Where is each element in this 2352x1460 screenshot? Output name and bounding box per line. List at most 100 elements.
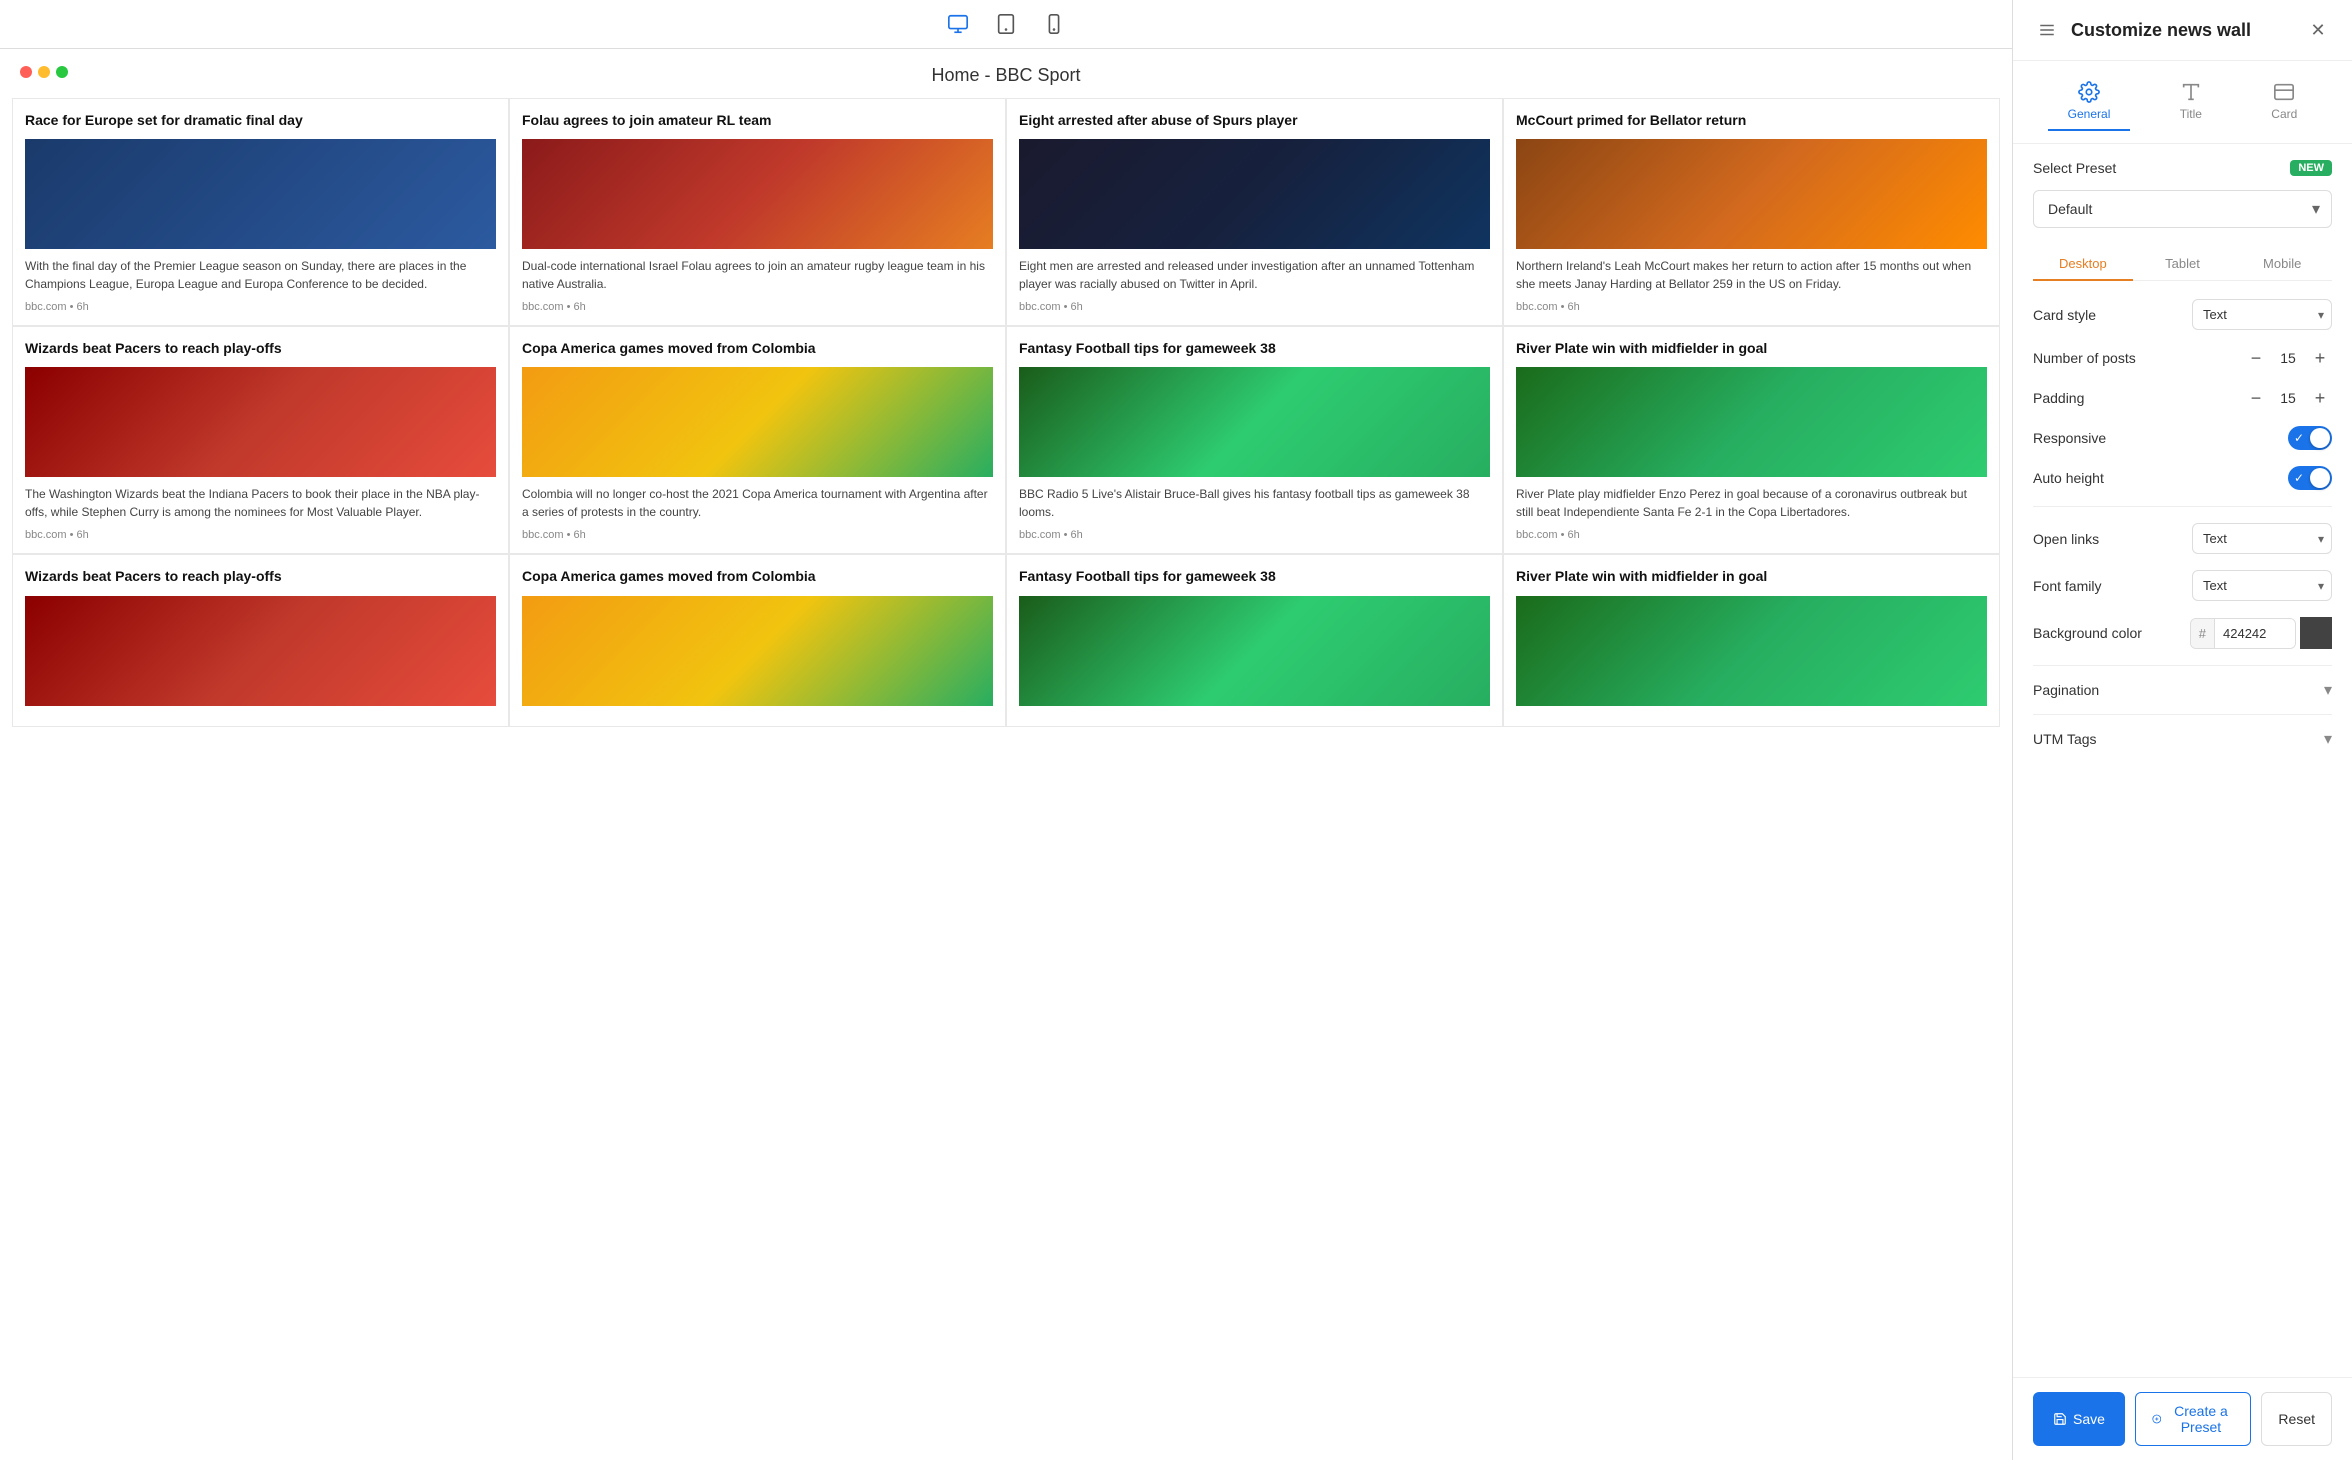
font-family-select[interactable]: Text Arial Georgia <box>2192 570 2332 601</box>
preset-select[interactable]: Default Custom <box>2033 190 2332 228</box>
news-card-image <box>25 367 496 477</box>
traffic-light-yellow[interactable] <box>38 66 50 78</box>
card-style-select[interactable]: Text Image Full <box>2192 299 2332 330</box>
open-links-select[interactable]: Text New Tab Same Tab <box>2192 523 2332 554</box>
reset-button[interactable]: Reset <box>2261 1392 2332 1446</box>
pagination-chevron: ▾ <box>2324 680 2332 700</box>
tab-general-label: General <box>2068 107 2111 121</box>
news-card-text: River Plate play midfielder Enzo Perez i… <box>1516 485 1987 521</box>
traffic-light-red[interactable] <box>20 66 32 78</box>
news-card-meta: bbc.com • 6h <box>25 301 496 313</box>
news-card-meta: bbc.com • 6h <box>1019 301 1490 313</box>
mobile-icon[interactable] <box>1038 8 1070 40</box>
news-card-text: BBC Radio 5 Live's Alistair Bruce-Ball g… <box>1019 485 1490 521</box>
auto-height-toggle[interactable]: ✓ <box>2288 466 2332 490</box>
tab-title-label: Title <box>2180 107 2202 121</box>
color-swatch[interactable] <box>2300 617 2332 649</box>
tablet-icon[interactable] <box>990 8 1022 40</box>
news-card-title: Wizards beat Pacers to reach play-offs <box>25 339 496 357</box>
collapse-button[interactable] <box>2033 16 2061 44</box>
new-badge: NEW <box>2290 160 2332 176</box>
news-card-meta: bbc.com • 6h <box>522 529 993 541</box>
news-card[interactable]: River Plate win with midfielder in goal … <box>1503 326 2000 554</box>
card-style-select-wrapper: Text Image Full ▾ <box>2192 299 2332 330</box>
tab-card[interactable]: Card <box>2251 73 2317 131</box>
pagination-label: Pagination <box>2033 682 2099 698</box>
news-card-title: Folau agrees to join amateur RL team <box>522 111 993 129</box>
save-button[interactable]: Save <box>2033 1392 2125 1446</box>
padding-label: Padding <box>2033 390 2084 406</box>
news-card-title: River Plate win with midfielder in goal <box>1516 339 1987 357</box>
tab-general[interactable]: General <box>2048 73 2131 131</box>
news-card-image <box>1019 139 1490 249</box>
number-of-posts-increment[interactable]: + <box>2308 346 2332 370</box>
news-card-image <box>1019 596 1490 706</box>
number-of-posts-value: 15 <box>2278 350 2298 366</box>
card-style-label: Card style <box>2033 307 2096 323</box>
news-card-title: Fantasy Football tips for gameweek 38 <box>1019 567 1490 585</box>
news-card[interactable]: Race for Europe set for dramatic final d… <box>12 98 509 326</box>
news-card[interactable]: McCourt primed for Bellator return North… <box>1503 98 2000 326</box>
responsive-label: Responsive <box>2033 430 2106 446</box>
content-area: Home - BBC Sport Race for Europe set for… <box>0 49 2012 1460</box>
news-card-text: Eight men are arrested and released unde… <box>1019 257 1490 293</box>
news-card-image <box>1019 367 1490 477</box>
font-family-label: Font family <box>2033 578 2101 594</box>
device-tab-desktop[interactable]: Desktop <box>2033 248 2133 281</box>
news-card[interactable]: Copa America games moved from Colombia <box>509 554 1006 726</box>
save-icon <box>2053 1412 2067 1426</box>
desktop-icon[interactable] <box>942 8 974 40</box>
sidebar-content: Select Preset NEW Default Custom ▾ Deskt… <box>2013 144 2352 1377</box>
open-links-label: Open links <box>2033 531 2099 547</box>
responsive-toggle[interactable]: ✓ <box>2288 426 2332 450</box>
padding-row: Padding − 15 + <box>2033 386 2332 410</box>
sidebar-tab-bar: General Title Card <box>2013 61 2352 144</box>
traffic-lights <box>8 58 80 86</box>
news-card[interactable]: Folau agrees to join amateur RL team Dua… <box>509 98 1006 326</box>
color-value-input[interactable] <box>2215 619 2295 648</box>
news-card[interactable]: Fantasy Football tips for gameweek 38 <box>1006 554 1503 726</box>
open-links-row: Open links Text New Tab Same Tab ▾ <box>2033 523 2332 554</box>
news-card[interactable]: Wizards beat Pacers to reach play-offs T… <box>12 326 509 554</box>
padding-value: 15 <box>2278 390 2298 406</box>
news-card-meta: bbc.com • 6h <box>1019 529 1490 541</box>
padding-increment[interactable]: + <box>2308 386 2332 410</box>
utm-tags-label: UTM Tags <box>2033 731 2097 747</box>
news-card-title: Copa America games moved from Colombia <box>522 567 993 585</box>
padding-stepper: − 15 + <box>2244 386 2332 410</box>
padding-decrement[interactable]: − <box>2244 386 2268 410</box>
device-tabs: Desktop Tablet Mobile <box>2033 248 2332 281</box>
news-card[interactable]: Eight arrested after abuse of Spurs play… <box>1006 98 1503 326</box>
news-card-title: River Plate win with midfielder in goal <box>1516 567 1987 585</box>
news-card-text: Northern Ireland's Leah McCourt makes he… <box>1516 257 1987 293</box>
create-preset-button[interactable]: Create a Preset <box>2135 1392 2252 1446</box>
news-card[interactable]: Wizards beat Pacers to reach play-offs <box>12 554 509 726</box>
page-title: Home - BBC Sport <box>0 49 2012 98</box>
number-of-posts-decrement[interactable]: − <box>2244 346 2268 370</box>
utm-tags-row[interactable]: UTM Tags ▾ <box>2033 714 2332 763</box>
device-tab-mobile[interactable]: Mobile <box>2232 248 2332 281</box>
news-card-image <box>522 139 993 249</box>
news-card[interactable]: Copa America games moved from Colombia C… <box>509 326 1006 554</box>
news-card-text: Dual-code international Israel Folau agr… <box>522 257 993 293</box>
traffic-light-green[interactable] <box>56 66 68 78</box>
background-color-row: Background color # <box>2033 617 2332 649</box>
news-card-text: Colombia will no longer co-host the 2021… <box>522 485 993 521</box>
number-of-posts-stepper: − 15 + <box>2244 346 2332 370</box>
news-card-title: Copa America games moved from Colombia <box>522 339 993 357</box>
news-grid: Race for Europe set for dramatic final d… <box>0 98 2012 739</box>
tab-title[interactable]: Title <box>2160 73 2222 131</box>
preset-label: Select Preset <box>2033 160 2116 176</box>
news-card-title: McCourt primed for Bellator return <box>1516 111 1987 129</box>
device-tab-tablet[interactable]: Tablet <box>2133 248 2233 281</box>
news-card-title: Eight arrested after abuse of Spurs play… <box>1019 111 1490 129</box>
news-card-image <box>25 139 496 249</box>
close-button[interactable]: ✕ <box>2304 16 2332 44</box>
pagination-row[interactable]: Pagination ▾ <box>2033 665 2332 714</box>
news-card[interactable]: Fantasy Football tips for gameweek 38 BB… <box>1006 326 1503 554</box>
create-preset-icon <box>2152 1412 2162 1426</box>
news-card[interactable]: River Plate win with midfielder in goal <box>1503 554 2000 726</box>
create-preset-label: Create a Preset <box>2167 1403 2234 1435</box>
font-family-row: Font family Text Arial Georgia ▾ <box>2033 570 2332 601</box>
news-card-title: Wizards beat Pacers to reach play-offs <box>25 567 496 585</box>
